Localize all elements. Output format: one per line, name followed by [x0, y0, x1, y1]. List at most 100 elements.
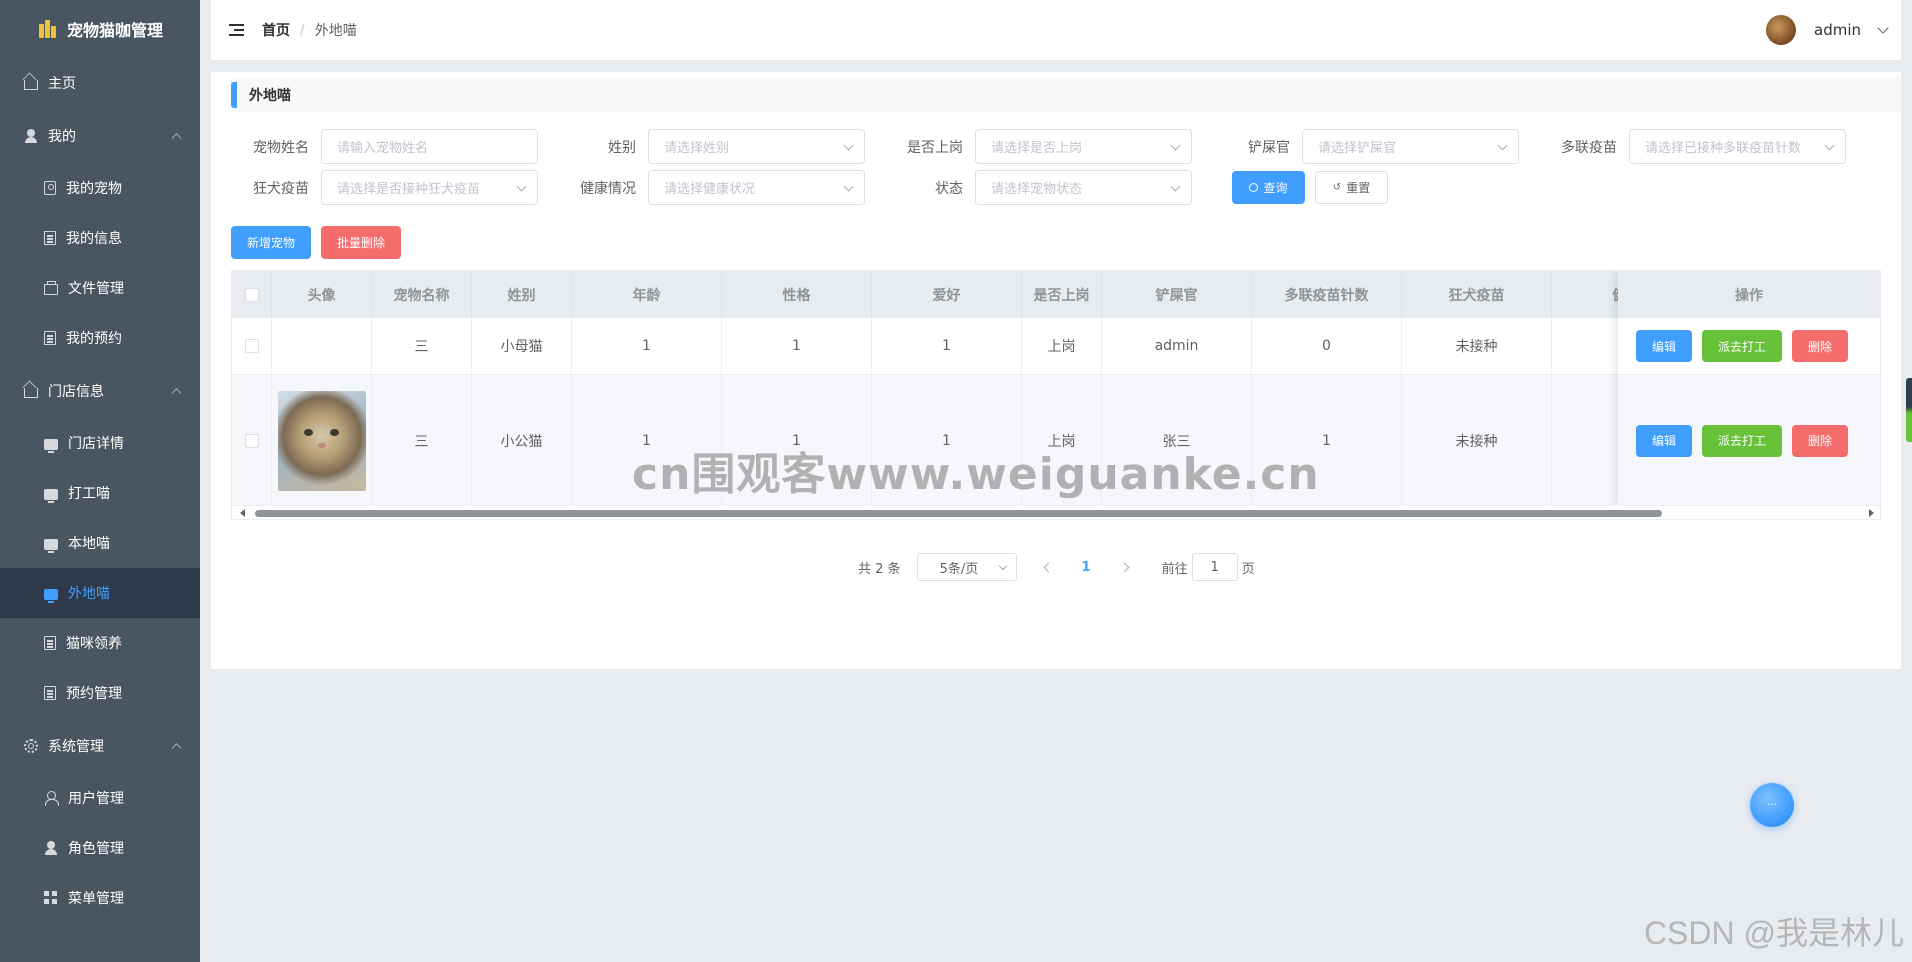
- username[interactable]: admin: [1814, 21, 1861, 39]
- sidebar-item-label: 打工喵: [68, 486, 110, 502]
- placeholder: 请选择健康状况: [664, 182, 756, 197]
- sidebar-item-user-management[interactable]: 用户管理: [0, 773, 200, 823]
- column-header[interactable]: 狂犬疫苗: [1402, 271, 1552, 318]
- pet-name-input[interactable]: 请输入宠物姓名: [321, 129, 538, 164]
- placeholder: 请输入宠物姓名: [337, 141, 429, 156]
- gender-cell: 小母猫: [472, 318, 572, 374]
- on-duty-select[interactable]: 请选择是否上岗: [975, 129, 1192, 164]
- select-all-checkbox[interactable]: [244, 287, 259, 302]
- add-pet-button-label: 新增宠物: [246, 236, 295, 250]
- goto-label: 前往: [1161, 561, 1188, 577]
- row-checkbox[interactable]: [244, 433, 259, 448]
- app-title: 宠物猫咖管理: [66, 21, 163, 40]
- multi-vaccine-select[interactable]: 请选择已接种多联疫苗针数: [1629, 129, 1846, 164]
- next-page-icon[interactable]: [1119, 562, 1130, 572]
- sidebar-item-my-info[interactable]: 我的信息: [0, 213, 200, 263]
- column-header[interactable]: 姓别: [472, 271, 572, 318]
- edit-button[interactable]: 编辑: [1636, 330, 1692, 362]
- keeper-select[interactable]: 请选择铲屎官: [1302, 129, 1519, 164]
- filter-label: 状态: [935, 180, 963, 197]
- actions-column: 操作 编辑 派去打工 删除 编辑 派去打工 删除: [1618, 271, 1880, 507]
- sidebar-item-home[interactable]: 主页: [0, 58, 200, 108]
- batch-delete-button[interactable]: 批量删除: [321, 226, 401, 259]
- sidebar-item-role-management[interactable]: 角色管理: [0, 823, 200, 873]
- sidebar-item-file-management[interactable]: 文件管理: [0, 263, 200, 313]
- placeholder: 请选择姓别: [664, 141, 730, 156]
- page-title: 外地喵: [231, 82, 291, 108]
- sidebar-item-my-appointments[interactable]: 我的预约: [0, 313, 200, 363]
- health-select[interactable]: 请选择健康状况: [648, 170, 865, 205]
- delete-button-label: 删除: [1807, 339, 1832, 354]
- row-checkbox[interactable]: [244, 339, 259, 353]
- app-logo[interactable]: 宠物猫咖管理: [0, 0, 200, 58]
- cat-photo[interactable]: [277, 390, 366, 491]
- add-pet-button[interactable]: 新增宠物: [231, 226, 311, 259]
- dispatch-work-button[interactable]: 派去打工: [1702, 330, 1782, 362]
- column-header: 操作: [1618, 271, 1880, 318]
- column-header[interactable]: 性格: [722, 271, 872, 318]
- row-actions: 编辑 派去打工 删除: [1618, 375, 1880, 507]
- delete-button[interactable]: 删除: [1792, 424, 1848, 457]
- dispatch-work-button[interactable]: 派去打工: [1702, 424, 1782, 457]
- search-button[interactable]: 查询: [1232, 171, 1305, 204]
- breadcrumb-home[interactable]: 首页: [262, 20, 290, 40]
- column-header[interactable]: 是否上岗: [1022, 271, 1102, 318]
- document-icon: [44, 636, 56, 650]
- user-icon: [44, 791, 59, 806]
- sidebar-item-working-cats[interactable]: 打工喵: [0, 468, 200, 518]
- store-icon: [44, 538, 58, 553]
- rabies-select[interactable]: 请选择是否接种狂犬疫苗: [321, 170, 538, 205]
- sidebar-group-system[interactable]: 系统管理: [0, 718, 200, 773]
- edit-button[interactable]: 编辑: [1636, 424, 1692, 457]
- goto-page-input[interactable]: 1: [1191, 553, 1238, 581]
- floating-action-button[interactable]: ···: [1750, 783, 1794, 827]
- column-header[interactable]: 宠物名称: [372, 271, 472, 318]
- scroll-right-icon[interactable]: [1869, 509, 1874, 517]
- store-icon: [44, 488, 58, 503]
- sidebar-item-label: 门店详情: [68, 436, 124, 452]
- placeholder: 请选择是否上岗: [991, 141, 1083, 156]
- sidebar-item-label: 我的预约: [66, 331, 122, 347]
- prev-page-icon[interactable]: [1043, 562, 1053, 572]
- avatar-cell: [272, 375, 372, 506]
- page-size-select[interactable]: 5条/页: [916, 553, 1017, 581]
- gender-select[interactable]: 请选择姓别: [648, 129, 865, 164]
- horizontal-scrollbar[interactable]: [232, 505, 1880, 519]
- csdn-watermark: CSDN @我是林儿: [1643, 915, 1904, 951]
- column-header[interactable]: 年龄: [572, 271, 722, 318]
- current-page[interactable]: 1: [1082, 560, 1091, 575]
- column-header[interactable]: 多联疫苗针数: [1252, 271, 1402, 318]
- batch-delete-button-label: 批量删除: [336, 236, 385, 250]
- avatar[interactable]: [1766, 15, 1796, 45]
- sidebar-item-store-details[interactable]: 门店详情: [0, 418, 200, 468]
- house-icon: [24, 80, 38, 90]
- sidebar-item-local-cats[interactable]: 本地喵: [0, 518, 200, 568]
- sidebar-item-my-pets[interactable]: 我的宠物: [0, 163, 200, 213]
- row-select-cell: [232, 375, 272, 506]
- top-header: 首页 / 外地喵 admin: [211, 0, 1901, 60]
- column-header[interactable]: 铲屎官: [1102, 271, 1252, 318]
- scrollbar-thumb[interactable]: [255, 510, 1662, 517]
- sidebar-item-menu-management[interactable]: 菜单管理: [0, 873, 200, 923]
- chevron-up-icon: [171, 387, 182, 398]
- user-menu[interactable]: admin: [1766, 0, 1889, 60]
- status-select[interactable]: 请选择宠物状态: [975, 170, 1192, 205]
- avatar-cell: [272, 318, 372, 374]
- column-header[interactable]: 头像: [272, 271, 372, 318]
- sidebar-item-appointment-management[interactable]: 预约管理: [0, 668, 200, 718]
- sidebar-group-mine[interactable]: 我的: [0, 108, 200, 163]
- reset-button-label: 重置: [1346, 181, 1371, 195]
- sidebar-item-cat-adoption[interactable]: 猫咪领养: [0, 618, 200, 668]
- menu-toggle-icon[interactable]: [229, 24, 244, 36]
- hobby-cell: 1: [872, 318, 1022, 374]
- chevron-down-icon[interactable]: [1877, 22, 1889, 34]
- sidebar-item-nonlocal-cats[interactable]: 外地喵: [0, 568, 200, 618]
- delete-button[interactable]: 删除: [1792, 330, 1848, 362]
- sidebar-item-label: 我的: [48, 128, 76, 145]
- reset-button[interactable]: ↺ 重置: [1315, 171, 1388, 204]
- sidebar-group-store-info[interactable]: 门店信息: [0, 363, 200, 418]
- main-card: 外地喵 宠物姓名 请输入宠物姓名 姓别 请选择姓别 是否上岗 请选择是否上岗 铲…: [211, 72, 1901, 669]
- placeholder: 请选择已接种多联疫苗针数: [1645, 141, 1802, 156]
- column-header[interactable]: 爱好: [872, 271, 1022, 318]
- scroll-left-icon[interactable]: [240, 509, 245, 517]
